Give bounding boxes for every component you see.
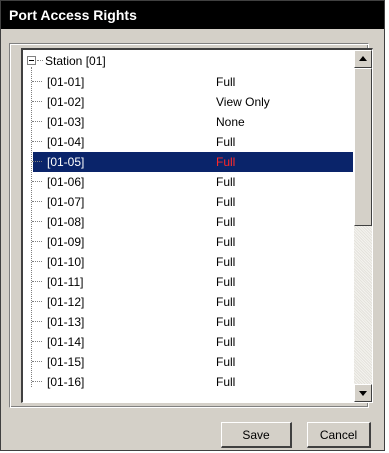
tree-row-01-15[interactable]: [01-15] Full <box>23 352 353 372</box>
tree-row-01-13[interactable]: [01-13] Full <box>23 312 353 332</box>
port-label: [01-04] <box>47 135 85 149</box>
tree-row-01-03[interactable]: [01-03] None <box>23 112 353 132</box>
station-label: Station [01] <box>45 54 106 68</box>
cancel-button[interactable]: Cancel <box>307 422 371 448</box>
access-right: View Only <box>216 95 270 109</box>
access-right: Full <box>216 75 236 89</box>
tree-row-01-11[interactable]: [01-11] Full <box>23 272 353 292</box>
port-label: [01-06] <box>47 175 85 189</box>
tree-connector <box>32 101 42 102</box>
tree-connector <box>32 181 42 182</box>
port-label: [01-15] <box>47 355 85 369</box>
tree-connector <box>32 161 42 162</box>
title-bar[interactable]: Port Access Rights <box>1 1 384 29</box>
tree-connector <box>32 361 42 362</box>
port-label: [01-11] <box>47 275 84 289</box>
tree-root-station[interactable]: Station [01] <box>23 53 343 71</box>
tree-row-01-08[interactable]: [01-08] Full <box>23 212 353 232</box>
access-right: Full <box>216 375 236 389</box>
port-label: [01-01] <box>47 75 85 89</box>
tree-row-01-16[interactable]: [01-16] Full <box>23 372 353 392</box>
tree-connector <box>32 321 42 322</box>
port-label: [01-02] <box>47 95 85 109</box>
scroll-thumb[interactable] <box>354 68 372 226</box>
tree-row-01-14[interactable]: [01-14] Full <box>23 332 353 352</box>
port-access-rights-dialog: Port Access Rights Station [01] [01-01] … <box>0 0 385 451</box>
tree-row-01-10[interactable]: [01-10] Full <box>23 252 353 272</box>
tree-connector <box>32 121 42 122</box>
arrow-down-icon <box>359 391 367 396</box>
save-button[interactable]: Save <box>221 422 292 448</box>
collapse-icon[interactable] <box>27 56 36 65</box>
arrow-up-icon <box>359 56 367 61</box>
tree-connector <box>32 141 42 142</box>
tree-connector <box>37 60 43 61</box>
access-right: Full <box>216 335 236 349</box>
access-right: Full <box>216 135 236 149</box>
tree-connector <box>32 241 42 242</box>
port-tree-view[interactable]: Station [01] [01-01] Full [01-02] View O… <box>21 48 373 403</box>
tree-row-01-07[interactable]: [01-07] Full <box>23 192 353 212</box>
scroll-up-button[interactable] <box>354 50 372 68</box>
tree-connector <box>32 221 42 222</box>
port-label: [01-07] <box>47 195 85 209</box>
vertical-scrollbar[interactable] <box>354 50 372 402</box>
tree-connector <box>32 81 42 82</box>
tree-row-01-04[interactable]: [01-04] Full <box>23 132 353 152</box>
tree-connector <box>32 281 42 282</box>
port-label: [01-09] <box>47 235 85 249</box>
tree-connector <box>32 341 42 342</box>
tree-row-01-05[interactable]: [01-05] Full <box>23 152 353 172</box>
access-right: Full <box>216 195 236 209</box>
access-right: Full <box>216 355 236 369</box>
tree-connector <box>32 261 42 262</box>
tree-row-01-02[interactable]: [01-02] View Only <box>23 92 353 112</box>
access-right: Full <box>216 315 236 329</box>
port-label: [01-08] <box>47 215 85 229</box>
access-right: Full <box>216 215 236 229</box>
access-right: Full <box>216 175 236 189</box>
access-right: Full <box>216 155 236 169</box>
tree-content: Station [01] [01-01] Full [01-02] View O… <box>23 50 353 402</box>
access-right: Full <box>216 235 236 249</box>
tree-row-01-06[interactable]: [01-06] Full <box>23 172 353 192</box>
scroll-down-button[interactable] <box>354 384 372 402</box>
access-right: Full <box>216 255 236 269</box>
tree-connector <box>32 301 42 302</box>
access-right: None <box>216 115 245 129</box>
port-label: [01-13] <box>47 315 85 329</box>
tree-connector <box>32 381 42 382</box>
port-label: [01-10] <box>47 255 85 269</box>
port-label: [01-16] <box>47 375 85 389</box>
port-label: [01-12] <box>47 295 85 309</box>
tree-row-01-12[interactable]: [01-12] Full <box>23 292 353 312</box>
tree-connector <box>32 201 42 202</box>
access-right: Full <box>216 275 236 289</box>
access-right: Full <box>216 295 236 309</box>
dialog-title: Port Access Rights <box>9 7 137 23</box>
port-label: [01-03] <box>47 115 85 129</box>
port-label: [01-14] <box>47 335 85 349</box>
tree-row-01-01[interactable]: [01-01] Full <box>23 72 353 92</box>
port-label: [01-05] <box>47 155 85 169</box>
tree-row-01-09[interactable]: [01-09] Full <box>23 232 353 252</box>
